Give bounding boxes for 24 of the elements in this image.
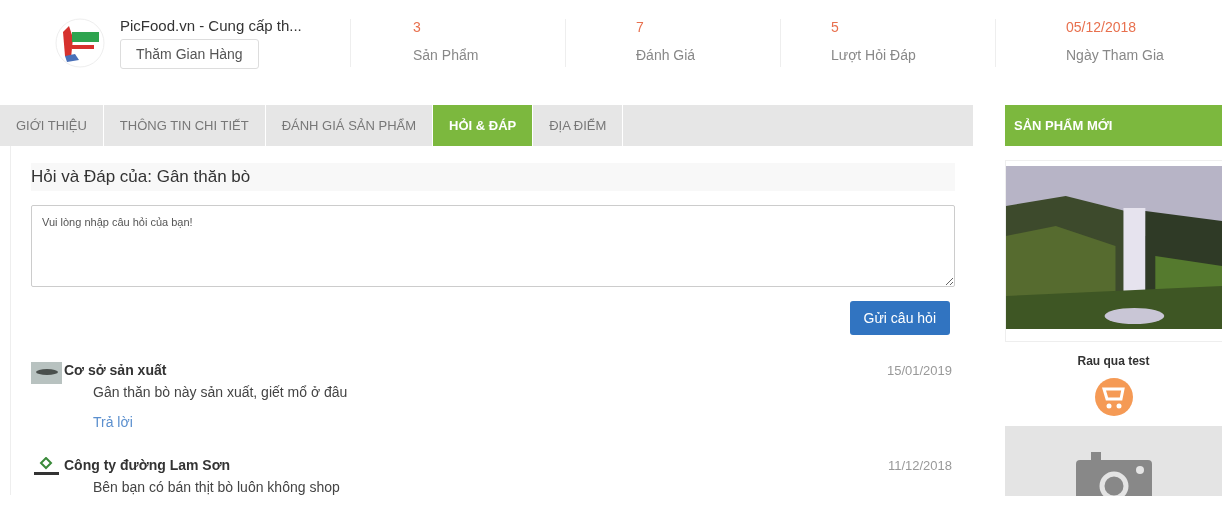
visit-shop-button[interactable]: Thăm Gian Hàng <box>120 39 259 69</box>
stat-label: Đánh Giá <box>636 47 697 63</box>
qa-heading: Hỏi và Đáp của: Gân thăn bò <box>31 163 955 191</box>
stat-value: 3 <box>413 19 422 35</box>
sidebar-title: SẢN PHẨM MỚI <box>1005 105 1222 146</box>
shop-logo <box>55 18 105 68</box>
shop-name: PicFood.vn - Cung cấp th... <box>120 17 302 34</box>
stat-label: Lượt Hỏi Đáp <box>831 47 917 63</box>
stat-value: 05/12/2018 <box>1066 19 1138 35</box>
product-name: Rau qua test <box>1076 354 1151 368</box>
tab[interactable]: HỎI & ĐÁP <box>433 105 534 146</box>
question-field[interactable]: Vui lòng nhập câu hỏi của bạn! <box>31 205 955 287</box>
question-text: Gân thăn bò này sản xuất, giết mổ ở đâu <box>93 384 349 400</box>
submit-question-button[interactable]: Gửi câu hỏi <box>849 301 950 335</box>
stat-label: Sản Phẩm <box>413 47 480 63</box>
stat-value: 7 <box>636 19 645 35</box>
reply-link[interactable]: Trả lời <box>93 414 133 430</box>
question-date: 11/12/2018 <box>887 458 953 473</box>
stat-value: 5 <box>831 19 840 35</box>
question-text: Bên bạn có bán thịt bò luôn không shop <box>93 479 341 495</box>
question-author: Cơ sở sản xuất <box>64 362 167 378</box>
stat-label: Ngày Tham Gia <box>1066 47 1165 63</box>
question-date: 15/01/2019 <box>886 363 953 378</box>
question-author: Công ty đường Lam Sơn <box>64 457 231 473</box>
